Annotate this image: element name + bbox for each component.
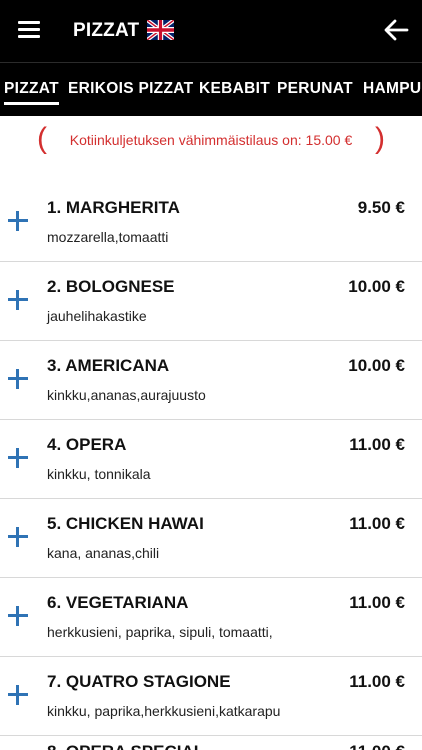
item-name: 1. MARGHERITA (47, 198, 180, 217)
minimum-order-notice: ( Kotiinkuljetuksen vähimmäistilaus on: … (37, 122, 385, 156)
item-description: kinkku,ananas,aurajuusto (47, 387, 206, 403)
item-price: 10.00 € (348, 277, 405, 296)
item-description: herkkusieni, paprika, sipuli, tomaatti, (47, 624, 273, 640)
item-price: 11.00 € (349, 514, 405, 533)
uk-flag-icon[interactable] (147, 20, 174, 40)
item-name: 2. BOLOGNESE (47, 277, 175, 296)
tab-erikois-pizzat[interactable]: ERIKOIS PIZZAT (68, 80, 193, 98)
menu-item[interactable]: 4. OPERA 11.00 € kinkku, tonnikala (0, 420, 422, 499)
add-to-cart-plus-icon[interactable] (6, 446, 30, 470)
notice-right-paren: ) (375, 122, 385, 155)
add-to-cart-plus-icon[interactable] (6, 525, 30, 549)
menu-item[interactable]: 6. VEGETARIANA 11.00 € herkkusieni, papr… (0, 578, 422, 657)
item-name: 4. OPERA (47, 435, 127, 454)
item-description: kinkku, paprika,herkkusieni,katkarapu (47, 703, 281, 719)
add-to-cart-plus-icon[interactable] (6, 683, 30, 707)
menu-item[interactable]: 1. MARGHERITA 9.50 € mozzarella,tomaatti (0, 183, 422, 262)
tab-pizzat[interactable]: PIZZAT (4, 80, 59, 105)
notice-text: Kotiinkuljetuksen vähimmäistilaus on: 15… (69, 132, 353, 148)
item-description: kana, ananas,chili (47, 545, 160, 561)
item-name: 8. OPERA SPECIAL (47, 742, 204, 750)
item-name: 6. VEGETARIANA (47, 593, 189, 612)
tab-hampurilaiset[interactable]: HAMPU (363, 80, 421, 98)
tab-kebabit[interactable]: KEBABIT (199, 80, 270, 98)
item-name: 5. CHICKEN HAWAI (47, 514, 204, 533)
item-name: 7. QUATRO STAGIONE (47, 672, 231, 691)
item-description: kinkku, tonnikala (47, 466, 151, 482)
tab-perunat[interactable]: PERUNAT (277, 80, 353, 98)
hamburger-menu-icon[interactable] (18, 21, 40, 39)
add-to-cart-plus-icon[interactable] (6, 367, 30, 391)
add-to-cart-plus-icon[interactable] (6, 604, 30, 628)
item-price: 11.00 € (349, 593, 405, 612)
item-price: 11.00 € (349, 672, 405, 691)
add-to-cart-plus-icon[interactable] (6, 288, 30, 312)
item-price: 11.00 € (349, 435, 405, 454)
item-price: 10.00 € (348, 356, 405, 375)
item-description: jauhelihakastike (47, 308, 147, 324)
menu-item[interactable]: 7. QUATRO STAGIONE 11.00 € kinkku, papri… (0, 657, 422, 736)
item-price: 11.00 € (349, 742, 405, 750)
menu-item[interactable]: 3. AMERICANA 10.00 € kinkku,ananas,auraj… (0, 341, 422, 420)
page-title: PIZZAT (73, 20, 140, 41)
menu-item[interactable]: 2. BOLOGNESE 10.00 € jauhelihakastike (0, 262, 422, 341)
item-name: 3. AMERICANA (47, 356, 170, 375)
add-to-cart-plus-icon[interactable] (6, 209, 30, 233)
menu-item-partial[interactable]: 8. OPERA SPECIAL 11.00 € (0, 736, 422, 750)
top-app-bar: PIZZAT (0, 0, 422, 62)
item-price: 9.50 € (357, 198, 405, 217)
menu-item[interactable]: 5. CHICKEN HAWAI 11.00 € kana, ananas,ch… (0, 499, 422, 578)
notice-left-paren: ( (37, 122, 47, 155)
category-tabs: PIZZAT ERIKOIS PIZZAT KEBABIT PERUNAT HA… (0, 62, 422, 116)
back-arrow-icon[interactable] (383, 17, 409, 43)
item-description: mozzarella,tomaatti (47, 229, 169, 245)
